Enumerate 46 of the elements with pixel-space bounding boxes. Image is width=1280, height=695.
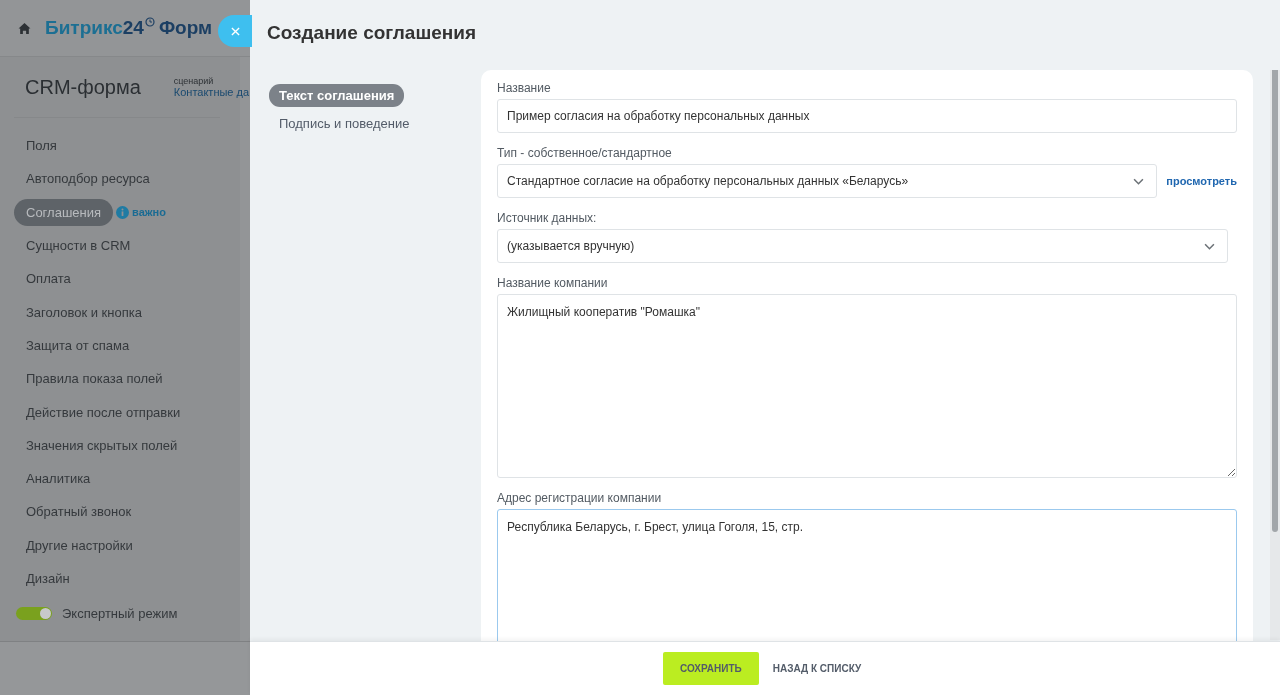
view-link[interactable]: просмотреть <box>1166 175 1237 187</box>
back-to-list-button[interactable]: НАЗАД К СПИСКУ <box>766 663 868 674</box>
field-label: Название <box>497 81 552 95</box>
field-label: Тип - собственное/стандартное <box>497 146 673 160</box>
scenario-link[interactable]: Контактные да <box>173 87 250 98</box>
menu-item[interactable]: Защита от спама <box>14 331 142 359</box>
logo: Битрикс24 <box>45 17 144 39</box>
menu-item[interactable]: Оплата <box>14 265 83 293</box>
scenario-label: сценарий <box>173 76 215 87</box>
field-label: Адрес регистрации компании <box>497 491 663 505</box>
toggle-switch[interactable] <box>16 607 52 621</box>
form-title: CRM-форма <box>25 75 141 99</box>
toggle-label: Экспертный режим <box>62 606 178 622</box>
chevron-down-icon <box>1204 242 1215 250</box>
dropdown[interactable]: Стандартное согласие на обработку персональных данных «Беларусь» <box>497 164 1158 198</box>
scrollbar[interactable] <box>1270 70 1280 640</box>
menu-item[interactable]: Дизайн <box>14 565 82 592</box>
menu-item[interactable]: Значения скрытых полей <box>14 431 190 459</box>
clock-icon <box>144 17 155 27</box>
dropdown[interactable]: (указывается вручную) <box>497 229 1228 263</box>
section-tab[interactable]: Подпись и поведение <box>269 112 420 135</box>
menu-item[interactable]: Сущности в CRM <box>14 232 143 260</box>
menu-item[interactable]: Другие настройки <box>14 531 145 559</box>
menu-item[interactable]: Заголовок и кнопка <box>14 298 154 326</box>
section-tab[interactable]: Текст соглашения <box>269 84 405 107</box>
menu-item[interactable]: Обратный звонок <box>14 498 144 526</box>
input-field[interactable]: Пример согласия на обработку персональных данных <box>497 99 1237 133</box>
menu-item[interactable]: Действие после отправки <box>14 398 193 426</box>
close-button[interactable] <box>218 15 252 47</box>
field-label: Название компании <box>497 276 609 290</box>
panel-title: Создание соглашения <box>267 21 477 44</box>
chevron-down-icon <box>1133 177 1145 185</box>
product-title: Форм <box>158 17 213 39</box>
home-icon[interactable] <box>18 21 31 35</box>
save-button[interactable]: СОХРАНИТЬ <box>663 652 759 685</box>
important-label: важно <box>132 206 166 219</box>
menu-item[interactable]: Поля <box>14 132 69 160</box>
text-area[interactable]: Жилищный кооператив "Ромашка" <box>497 294 1237 478</box>
menu-item[interactable]: Правила показа полей <box>14 365 175 393</box>
text-area[interactable]: Республика Беларусь, г. Брест, улица Гоголя, 15, стр. <box>497 509 1237 641</box>
field-label: Источник данных: <box>497 211 598 225</box>
menu-item[interactable]: Автоподбор ресурса <box>14 165 162 193</box>
menu-item[interactable]: Соглашения <box>14 198 114 226</box>
menu-item[interactable]: Аналитика <box>14 465 103 493</box>
close-icon <box>230 26 240 36</box>
info-icon <box>116 205 130 219</box>
